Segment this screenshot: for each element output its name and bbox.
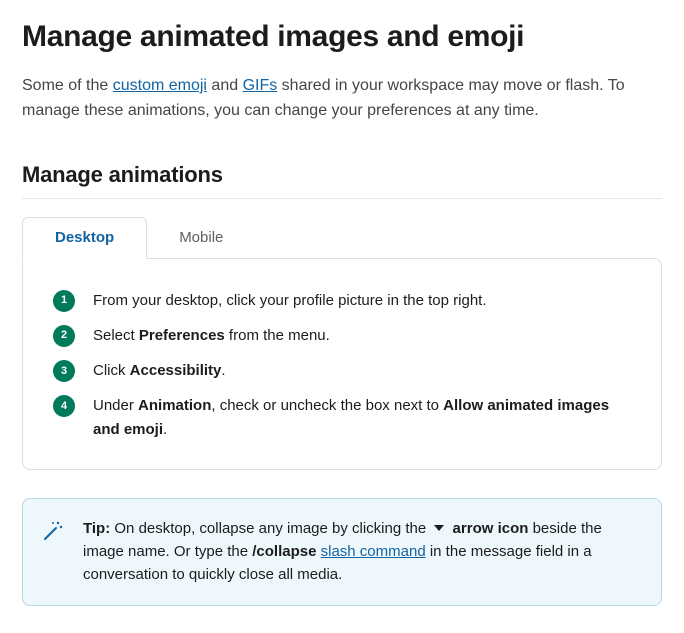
page-title: Manage animated images and emoji: [22, 20, 662, 54]
step-text: Click Accessibility.: [93, 359, 226, 382]
intro-text: Some of the: [22, 77, 113, 94]
step-item: 3 Click Accessibility.: [53, 359, 631, 382]
step-text: Select Preferences from the menu.: [93, 324, 330, 347]
step-number-badge: 4: [53, 395, 75, 417]
step-number-badge: 3: [53, 360, 75, 382]
custom-emoji-link[interactable]: custom emoji: [113, 77, 207, 94]
step-number-badge: 2: [53, 325, 75, 347]
divider: [22, 198, 662, 199]
gifs-link[interactable]: GIFs: [243, 77, 278, 94]
caret-down-icon: [434, 525, 444, 531]
magic-wand-icon: [41, 519, 65, 587]
tab-desktop[interactable]: Desktop: [22, 217, 147, 259]
step-item: 4 Under Animation, check or uncheck the …: [53, 394, 631, 441]
tip-text: Tip: On desktop, collapse any image by c…: [83, 517, 639, 587]
slash-command-link[interactable]: slash command: [321, 543, 426, 560]
step-item: 1 From your desktop, click your profile …: [53, 289, 631, 312]
step-text: Under Animation, check or uncheck the bo…: [93, 394, 631, 441]
step-number-badge: 1: [53, 290, 75, 312]
step-text: From your desktop, click your profile pi…: [93, 289, 487, 312]
tabs: Desktop Mobile: [22, 217, 662, 258]
steps-list: 1 From your desktop, click your profile …: [53, 289, 631, 441]
intro-text: and: [207, 77, 243, 94]
tab-panel-desktop: 1 From your desktop, click your profile …: [22, 258, 662, 470]
tip-label: Tip:: [83, 520, 110, 537]
intro-paragraph: Some of the custom emoji and GIFs shared…: [22, 74, 662, 124]
tab-mobile[interactable]: Mobile: [147, 217, 255, 258]
tip-callout: Tip: On desktop, collapse any image by c…: [22, 498, 662, 606]
section-title: Manage animations: [22, 162, 662, 188]
step-item: 2 Select Preferences from the menu.: [53, 324, 631, 347]
